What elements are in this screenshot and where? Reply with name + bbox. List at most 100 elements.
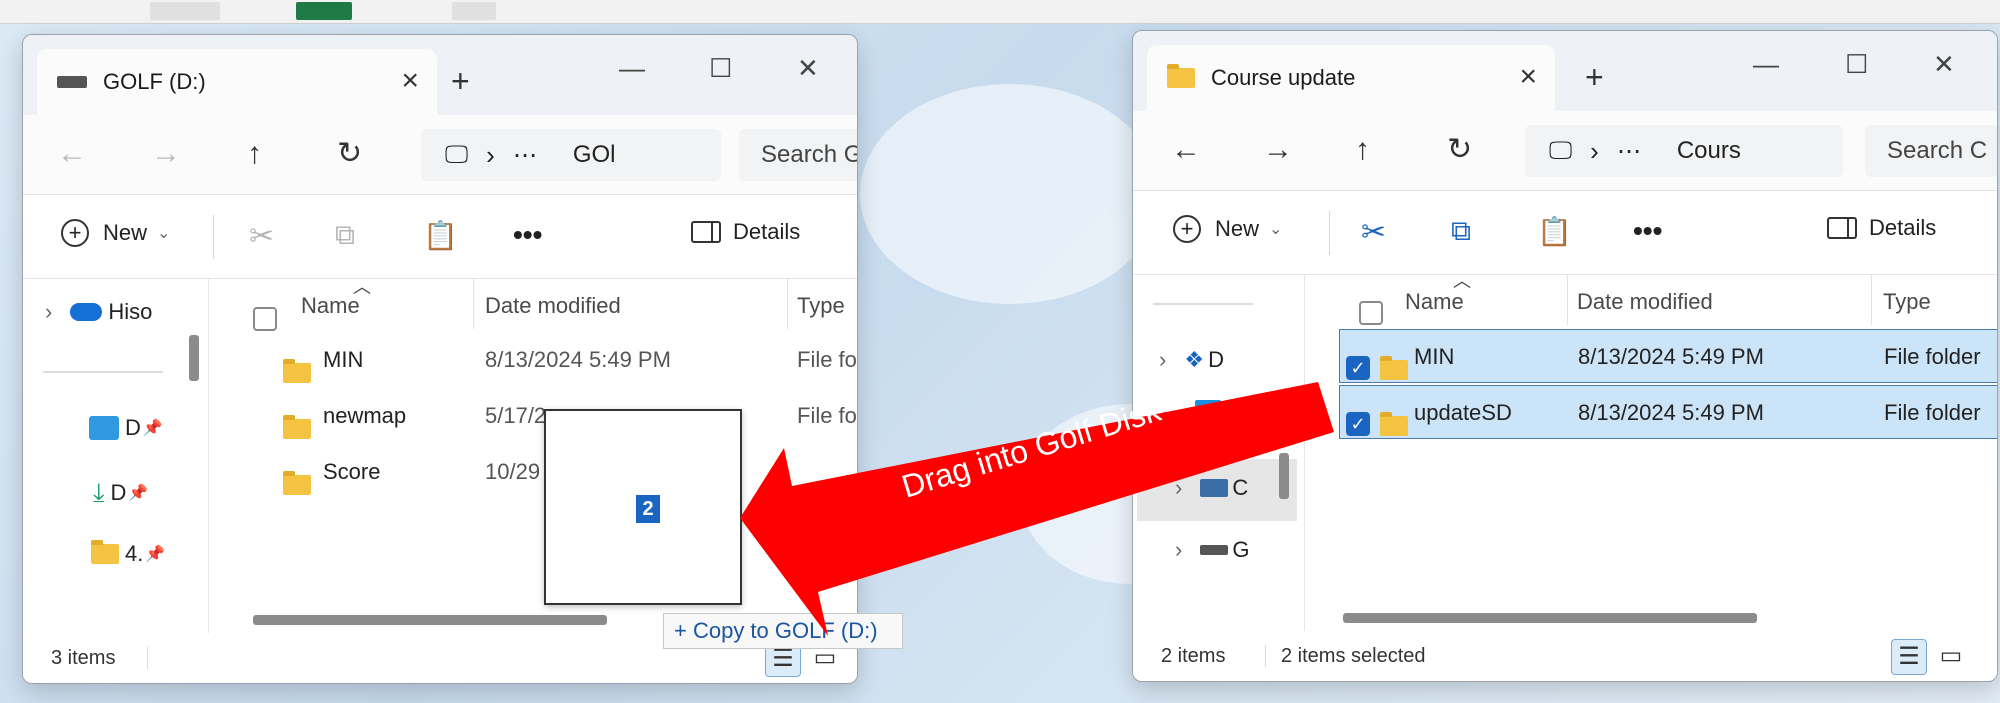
- excel-icon[interactable]: [296, 2, 352, 20]
- divider: [213, 215, 214, 259]
- cut-icon[interactable]: ✂: [1361, 215, 1386, 250]
- more-path-icon[interactable]: ⋯: [513, 141, 537, 170]
- address-bar[interactable]: 🖵 › ⋯ Cours: [1525, 125, 1843, 177]
- item-count: 2 items: [1161, 645, 1226, 667]
- address-bar[interactable]: 🖵 › ⋯ GOl: [421, 129, 721, 181]
- command-bar: + New ⌄ ✂ ⧉ 📋 ••• Details: [23, 195, 857, 279]
- details-label: Details: [733, 219, 801, 244]
- forward-button[interactable]: →: [1263, 133, 1293, 167]
- list-item[interactable]: MIN 8/13/2024 5:49 PM File fo: [213, 333, 857, 387]
- list-item[interactable]: Score 10/29: [213, 445, 857, 499]
- column-type[interactable]: Type: [797, 293, 845, 319]
- nav-scrollbar[interactable]: [189, 335, 199, 381]
- file-type: File fo: [797, 347, 857, 372]
- drag-item-count: 2: [636, 495, 660, 523]
- nav-scrollbar[interactable]: [1279, 453, 1289, 499]
- drag-preview: 2: [544, 409, 742, 605]
- up-button[interactable]: ↑: [1355, 133, 1370, 167]
- chevron-right-icon: ›: [1175, 537, 1183, 562]
- column-date-modified[interactable]: Date modified: [1577, 289, 1713, 315]
- list-item[interactable]: ✓ updateSD 8/13/2024 5:49 PM File folder: [1339, 385, 1997, 439]
- more-options-icon[interactable]: •••: [1633, 215, 1662, 247]
- column-name[interactable]: Name: [301, 293, 360, 319]
- new-button[interactable]: + New ⌄: [1173, 215, 1282, 243]
- search-input[interactable]: Search G: [739, 129, 857, 181]
- selected-count: 2 items selected: [1281, 645, 1426, 667]
- title-bar: GOLF (D:) × + — ☐ ✕: [23, 35, 857, 115]
- nav-item-onedrive[interactable]: › Hiso: [45, 299, 152, 325]
- forward-button[interactable]: →: [151, 137, 181, 171]
- file-list: ︿ Name Date modified Type ✓ MIN 8/13/202…: [1307, 275, 1997, 631]
- cut-icon[interactable]: ✂: [249, 219, 274, 254]
- item-count: 3 items: [51, 647, 116, 669]
- tab-golf[interactable]: GOLF (D:) ×: [37, 49, 437, 115]
- nav-item-folder[interactable]: 4. 📌: [91, 540, 165, 567]
- minimize-button[interactable]: —: [1753, 49, 1779, 79]
- desktop-icon[interactable]: [452, 2, 496, 20]
- column-divider[interactable]: [1871, 275, 1872, 325]
- desktop-icon[interactable]: [150, 2, 220, 20]
- chevron-down-icon: ⌄: [1159, 397, 1178, 422]
- pin-icon: 📌: [128, 485, 149, 502]
- tiles-view-icon[interactable]: ▭: [1933, 639, 1969, 675]
- paste-icon[interactable]: 📋: [1537, 215, 1572, 248]
- divider: [147, 647, 148, 669]
- title-bar: Course update × + — ☐ ✕: [1133, 31, 1997, 111]
- more-path-icon[interactable]: ⋯: [1617, 137, 1641, 166]
- list-item[interactable]: newmap 5/17/2 File fo: [213, 389, 857, 443]
- column-divider[interactable]: [787, 279, 788, 329]
- horizontal-scrollbar[interactable]: [1343, 613, 1757, 623]
- nav-item-label: Hiso: [108, 299, 153, 324]
- minimize-button[interactable]: —: [619, 53, 645, 83]
- horizontal-scrollbar[interactable]: [253, 615, 607, 625]
- back-button[interactable]: ←: [1171, 133, 1201, 167]
- maximize-button[interactable]: ☐: [1845, 49, 1868, 79]
- file-date: 10/29: [485, 459, 541, 484]
- search-input[interactable]: Search C: [1865, 125, 1997, 177]
- nav-item-golf-drive[interactable]: › G: [1175, 537, 1249, 563]
- column-header: ︿ Name Date modified Type: [213, 279, 857, 331]
- nav-item-label: C: [1232, 475, 1249, 500]
- close-window-button[interactable]: ✕: [797, 53, 819, 83]
- copy-icon[interactable]: ⧉: [1451, 215, 1471, 248]
- details-button[interactable]: Details: [1827, 215, 1936, 241]
- file-name: Score: [323, 459, 381, 484]
- nav-item-downloads[interactable]: ⤓ D 📌: [93, 477, 148, 509]
- paste-icon[interactable]: 📋: [423, 219, 458, 252]
- file-name: MIN: [323, 347, 364, 372]
- refresh-button[interactable]: ↻: [337, 137, 362, 171]
- close-tab-icon[interactable]: ×: [401, 66, 419, 96]
- computer-icon: 🖵: [1549, 137, 1573, 164]
- more-options-icon[interactable]: •••: [513, 219, 542, 251]
- nav-item-dropbox[interactable]: › ❖ D: [1159, 347, 1224, 373]
- new-label: New: [1215, 216, 1260, 241]
- column-name[interactable]: Name: [1405, 289, 1464, 315]
- nav-item-desktop[interactable]: D 📌: [89, 415, 163, 441]
- navigation-bar: ← → ↑ ↻ 🖵 › ⋯ Cours Search C: [1133, 111, 1997, 191]
- nav-item-c-drive[interactable]: › C: [1175, 475, 1248, 501]
- list-item[interactable]: ✓ MIN 8/13/2024 5:49 PM File folder: [1339, 329, 1997, 383]
- refresh-button[interactable]: ↻: [1447, 133, 1472, 167]
- column-date-modified[interactable]: Date modified: [485, 293, 621, 319]
- maximize-button[interactable]: ☐: [709, 53, 732, 83]
- chevron-right-icon: ›: [45, 299, 53, 324]
- back-button[interactable]: ←: [57, 137, 87, 171]
- new-button[interactable]: + New ⌄: [61, 219, 170, 247]
- column-divider[interactable]: [1567, 275, 1568, 325]
- copy-icon[interactable]: ⧉: [335, 219, 355, 252]
- details-button[interactable]: Details: [691, 219, 800, 245]
- nav-item-label: 4.: [125, 541, 144, 566]
- new-tab-button[interactable]: +: [1585, 61, 1604, 93]
- close-window-button[interactable]: ✕: [1933, 49, 1955, 79]
- details-view-icon[interactable]: ☰: [1891, 639, 1927, 675]
- address-path: GOl: [572, 141, 616, 168]
- column-divider[interactable]: [473, 279, 474, 329]
- up-button[interactable]: ↑: [247, 137, 262, 171]
- nav-item-this-pc[interactable]: ⌄ Thi: [1159, 397, 1256, 423]
- divider: [43, 371, 163, 373]
- column-type[interactable]: Type: [1883, 289, 1931, 315]
- computer-icon: 🖵: [445, 141, 469, 168]
- new-tab-button[interactable]: +: [451, 65, 470, 97]
- close-tab-icon[interactable]: ×: [1519, 62, 1537, 92]
- tab-course-update[interactable]: Course update ×: [1147, 45, 1555, 111]
